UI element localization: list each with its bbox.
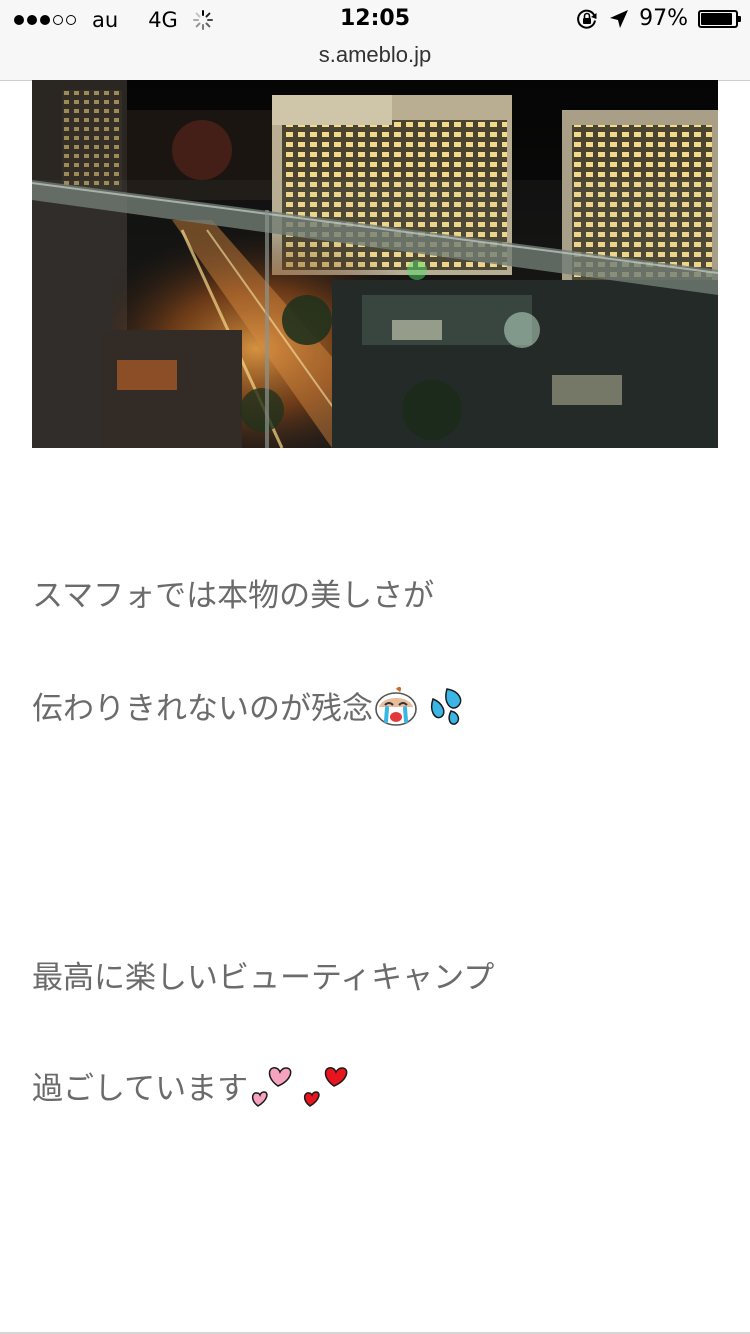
post-line-4: 過ごしています	[32, 1062, 348, 1108]
status-bar: au 4G 12:05 97%	[0, 0, 750, 40]
rotation-lock-icon	[577, 9, 597, 29]
crying-face-icon	[375, 686, 417, 726]
night-city-balcony-image	[32, 80, 718, 448]
battery-percent: 97%	[639, 6, 688, 31]
post-line-3: 最高に楽しいビューティキャンプ	[32, 952, 494, 997]
red-hearts-icon	[303, 1067, 348, 1107]
post-line-3-text: 最高に楽しいビューティキャンプ	[32, 960, 495, 996]
screen: au 4G 12:05 97% s.ameblo.jp スマフォでは本物の美しさ…	[0, 0, 750, 1334]
pink-hearts-icon	[251, 1067, 292, 1107]
post-line-4-text: 過ごしています	[32, 1070, 249, 1107]
post-line-1-text: スマフォでは本物の美しさが	[32, 578, 435, 614]
sweat-drops-icon	[430, 687, 462, 725]
night-city-photo	[32, 80, 718, 448]
battery-icon	[698, 9, 741, 28]
address-bar-url[interactable]: s.ameblo.jp	[0, 42, 750, 68]
status-right: 97%	[575, 6, 741, 31]
post-line-2: 伝わりきれないのが残念	[32, 683, 467, 728]
browser-top-bar: au 4G 12:05 97% s.ameblo.jp	[0, 0, 750, 81]
post-line-1: スマフォでは本物の美しさが	[32, 570, 434, 615]
post-line-2-text: 伝わりきれないのが残念	[32, 691, 373, 727]
location-arrow-icon	[610, 9, 629, 28]
